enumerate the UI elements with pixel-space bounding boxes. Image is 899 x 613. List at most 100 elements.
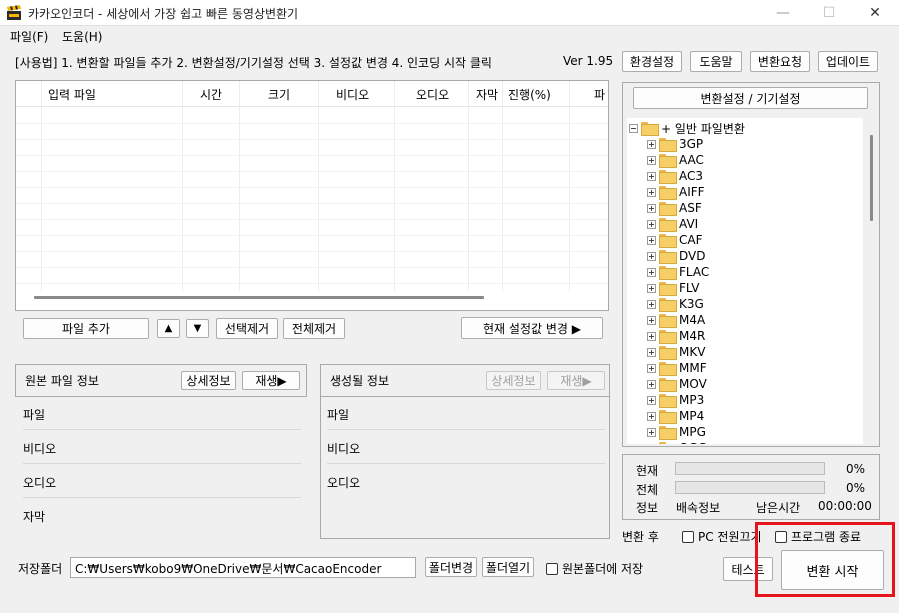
save-in-source-label: 원본폴더에 저장 [562, 562, 644, 576]
folder-icon [659, 298, 677, 312]
column-duration[interactable]: 시간 [200, 86, 222, 103]
expand-icon[interactable] [647, 347, 656, 357]
tree-item-format[interactable]: AAC [647, 152, 704, 168]
row-divider [16, 139, 608, 140]
expand-icon[interactable] [647, 155, 656, 165]
expand-icon[interactable] [647, 299, 656, 309]
tree-item-format[interactable]: MMF [647, 360, 707, 376]
output-detail-button[interactable]: 상세정보 [486, 371, 541, 390]
tree-item-format[interactable]: M4R [647, 328, 705, 344]
tree-item-format[interactable]: M4A [647, 312, 705, 328]
expand-icon[interactable] [647, 427, 656, 437]
expand-icon[interactable] [647, 395, 656, 405]
folder-open-icon [641, 122, 659, 136]
tree-item-format[interactable]: K3G [647, 296, 704, 312]
add-file-button[interactable]: 파일 추가 [23, 318, 149, 339]
move-up-button[interactable]: ▲ [157, 319, 180, 338]
menu-bar: 파일(F) 도움(H) [0, 26, 899, 46]
tree-item-format[interactable]: OGG [647, 440, 707, 444]
expand-icon[interactable] [647, 331, 656, 341]
tree-item-format[interactable]: DVD [647, 248, 705, 264]
menu-file[interactable]: 파일(F) [10, 28, 48, 45]
tree-item-format[interactable]: FLAC [647, 264, 709, 280]
column-input-file[interactable]: 입력 파일 [48, 86, 96, 103]
expand-icon[interactable] [647, 411, 656, 421]
maximize-button[interactable]: ☐ [806, 0, 852, 26]
app-clapperboard-icon [6, 5, 22, 21]
tree-item-label: K3G [679, 297, 704, 311]
conversion-settings-button[interactable]: 변환설정 / 기기설정 [633, 87, 868, 109]
expand-icon[interactable] [647, 315, 656, 325]
save-in-source-option[interactable]: 원본폴더에 저장 [546, 560, 643, 577]
source-play-button[interactable]: 재생▶ [242, 371, 300, 390]
column-video[interactable]: 비디오 [336, 86, 369, 103]
remove-selected-button[interactable]: 선택제거 [216, 318, 278, 339]
expand-icon[interactable] [647, 139, 656, 149]
expand-icon[interactable] [647, 443, 656, 444]
output-play-button[interactable]: 재생▶ [547, 371, 605, 390]
expand-icon[interactable] [647, 235, 656, 245]
change-current-settings-button[interactable]: 현재 설정값 변경 ▶ [461, 317, 603, 339]
tree-item-format[interactable]: AVI [647, 216, 698, 232]
current-progress-bar [675, 462, 825, 475]
tree-item-format[interactable]: MP4 [647, 408, 704, 424]
collapse-icon[interactable] [629, 123, 638, 133]
format-tree[interactable]: + 일반 파일변환 3GP AAC AC3 AIFF ASF AVI CAF DVD FLAC F… [627, 118, 863, 444]
tree-item-format[interactable]: AC3 [647, 168, 703, 184]
tree-root-general[interactable]: + 일반 파일변환 [629, 120, 745, 136]
folder-icon [659, 362, 677, 376]
expand-icon[interactable] [647, 251, 656, 261]
expand-icon[interactable] [647, 187, 656, 197]
column-progress[interactable]: 진행(%) [508, 86, 551, 103]
column-file-truncated[interactable]: 파 [594, 86, 605, 103]
remaining-time-label: 남은시간 [756, 501, 801, 515]
help-button[interactable]: 도움말 [690, 51, 742, 72]
expand-icon[interactable] [647, 267, 656, 277]
tree-item-format[interactable]: MOV [647, 376, 707, 392]
open-folder-button[interactable]: 폴더열기 [482, 557, 534, 577]
expand-icon[interactable] [647, 363, 656, 373]
pc-shutdown-checkbox[interactable] [682, 530, 694, 543]
expand-icon[interactable] [647, 379, 656, 389]
close-button[interactable]: ✕ [852, 0, 898, 26]
tree-item-format[interactable]: FLV [647, 280, 699, 296]
tree-item-label: MPG [679, 425, 706, 439]
expand-icon[interactable] [647, 219, 656, 229]
expand-icon[interactable] [647, 203, 656, 213]
tree-item-label: ASF [679, 201, 702, 215]
file-list-table[interactable]: 입력 파일 시간 크기 비디오 오디오 자막 진행(%) 파 [15, 80, 609, 311]
folder-icon [659, 346, 677, 360]
column-divider [502, 81, 503, 291]
tree-item-format[interactable]: 3GP [647, 136, 703, 152]
minimize-button[interactable]: — [760, 0, 806, 26]
tree-item-label: DVD [679, 249, 706, 263]
remove-all-button[interactable]: 전체제거 [283, 318, 345, 339]
conversion-request-button[interactable]: 변환요청 [750, 51, 810, 72]
tree-root-label: + 일반 파일변환 [661, 121, 745, 136]
tree-item-format[interactable]: AIFF [647, 184, 705, 200]
tree-item-label: AIFF [679, 185, 705, 199]
tree-item-format[interactable]: MKV [647, 344, 705, 360]
tree-item-format[interactable]: MPG [647, 424, 706, 440]
column-subtitle[interactable]: 자막 [476, 86, 498, 103]
expand-icon[interactable] [647, 283, 656, 293]
move-down-button[interactable]: ▼ [186, 319, 209, 338]
tree-item-label: MKV [679, 345, 706, 359]
source-detail-button[interactable]: 상세정보 [181, 371, 236, 390]
column-audio[interactable]: 오디오 [416, 86, 449, 103]
menu-help[interactable]: 도움(H) [62, 28, 102, 45]
change-folder-button[interactable]: 폴더변경 [425, 557, 477, 577]
horizontal-scrollbar[interactable] [34, 296, 484, 299]
column-size[interactable]: 크기 [268, 86, 290, 103]
tree-item-format[interactable]: CAF [647, 232, 703, 248]
folder-icon [659, 234, 677, 248]
expand-icon[interactable] [647, 171, 656, 181]
pc-shutdown-option[interactable]: PC 전원끄기 [682, 528, 762, 545]
save-folder-input[interactable]: C:₩Users₩kobo9₩OneDrive₩문서₩CacaoEncoder [70, 557, 416, 578]
tree-item-format[interactable]: ASF [647, 200, 702, 216]
tree-item-format[interactable]: MP3 [647, 392, 704, 408]
update-button[interactable]: 업데이트 [818, 51, 878, 72]
preferences-button[interactable]: 환경설정 [622, 51, 682, 72]
save-in-source-checkbox[interactable] [546, 562, 558, 575]
vertical-scrollbar[interactable] [870, 135, 873, 221]
